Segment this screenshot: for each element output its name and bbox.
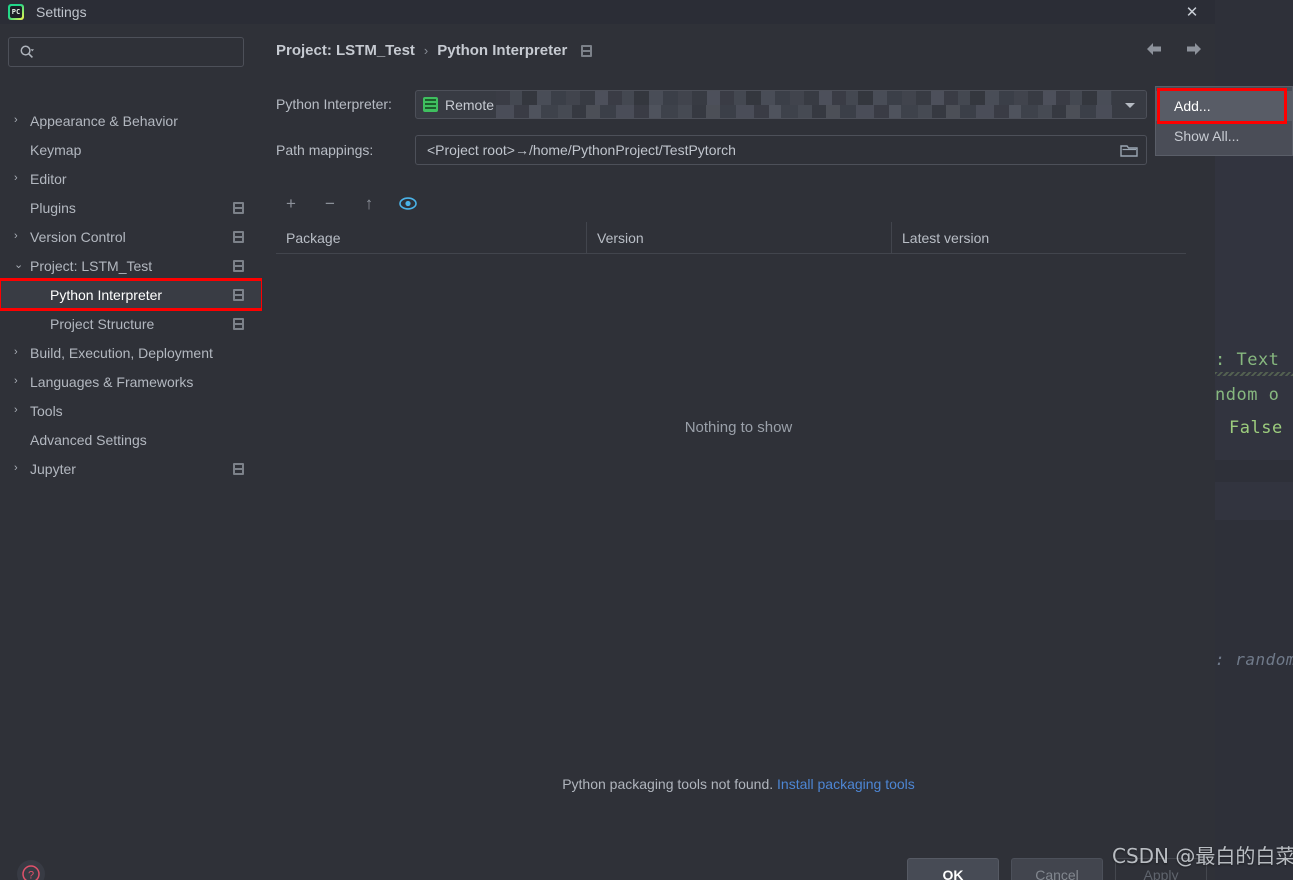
sidebar-item-languages-frameworks[interactable]: › Languages & Frameworks bbox=[0, 367, 262, 396]
path-mappings-value: <Project root>→/home/PythonProject/TestP… bbox=[427, 142, 736, 158]
empty-table-message: Nothing to show bbox=[684, 419, 793, 436]
screen: : Text ndom o False : random Settings ✕ bbox=[0, 0, 1293, 880]
sidebar-item-editor[interactable]: › Editor bbox=[0, 164, 262, 193]
svg-text:?: ? bbox=[28, 870, 34, 880]
settings-dialog: Settings ✕ › bbox=[0, 0, 1215, 880]
sidebar-item-label: Advanced Settings bbox=[30, 431, 147, 448]
project-scope-badge-icon bbox=[581, 44, 593, 57]
breadcrumb-page: Python Interpreter bbox=[437, 42, 568, 59]
chevron-right-icon: › bbox=[14, 462, 18, 474]
sidebar-item-label: Jupyter bbox=[30, 460, 76, 477]
column-header-latest-version[interactable]: Latest version bbox=[891, 222, 1186, 253]
sidebar-item-version-control[interactable]: › Version Control bbox=[0, 222, 262, 251]
path-mappings-row: Path mappings: bbox=[276, 142, 373, 158]
search-icon bbox=[19, 44, 35, 60]
sidebar-item-project-structure[interactable]: › Project Structure bbox=[0, 309, 262, 338]
sidebar-item-label: Build, Execution, Deployment bbox=[30, 344, 213, 361]
settings-content: Project: LSTM_Test › Python Interpreter bbox=[262, 24, 1215, 880]
column-header-package[interactable]: Package bbox=[276, 222, 586, 253]
sidebar-item-label: Project: LSTM_Test bbox=[30, 257, 153, 274]
pycharm-icon bbox=[8, 4, 24, 20]
editor-code-line-1: : Text bbox=[1215, 350, 1280, 370]
search-input[interactable] bbox=[41, 44, 221, 60]
sidebar-item-project-lstm-test[interactable]: ⌄ Project: LSTM_Test bbox=[0, 251, 262, 280]
packaging-tools-status: Python packaging tools not found. Instal… bbox=[262, 776, 1215, 792]
remove-package-button[interactable]: − bbox=[319, 192, 341, 214]
editor-code-line-4: : random bbox=[1215, 650, 1293, 669]
interpreter-label: Python Interpreter: bbox=[276, 96, 392, 112]
sidebar-item-label: Editor bbox=[30, 170, 67, 187]
interpreter-actions-popup: Add... Show All... bbox=[1155, 86, 1293, 156]
chevron-down-icon: ⌄ bbox=[14, 259, 24, 271]
project-scope-badge-icon bbox=[233, 230, 244, 243]
add-package-button[interactable]: + bbox=[280, 192, 302, 214]
csdn-watermark: CSDN @最白的白菜 bbox=[1112, 844, 1293, 868]
redacted-interpreter-path bbox=[496, 91, 1112, 118]
arrow-right-icon[interactable] bbox=[1183, 38, 1205, 60]
popup-item-add[interactable]: Add... bbox=[1156, 91, 1292, 121]
cancel-button[interactable]: Cancel bbox=[1011, 858, 1103, 880]
sidebar-item-plugins[interactable]: › Plugins bbox=[0, 193, 262, 222]
packaging-tools-status-text: Python packaging tools not found. bbox=[562, 776, 774, 792]
editor-error-squiggle bbox=[1215, 372, 1293, 376]
sidebar-item-build-execution-deployment[interactable]: › Build, Execution, Deployment bbox=[0, 338, 262, 367]
dialog-titlebar: Settings ✕ bbox=[0, 0, 1215, 24]
search-box[interactable] bbox=[8, 37, 244, 67]
sidebar-item-python-interpreter[interactable]: › Python Interpreter bbox=[0, 278, 264, 311]
chevron-right-icon: › bbox=[14, 114, 18, 126]
sidebar-item-label: Tools bbox=[30, 402, 63, 419]
settings-tree: › Appearance & Behavior › Keymap › Edito… bbox=[0, 106, 264, 483]
dialog-title: Settings bbox=[36, 4, 87, 20]
sidebar-item-label: Plugins bbox=[30, 199, 76, 216]
popup-item-show-all[interactable]: Show All... bbox=[1156, 121, 1292, 151]
sidebar-item-advanced-settings[interactable]: › Advanced Settings bbox=[0, 425, 262, 454]
chevron-right-icon: › bbox=[14, 230, 18, 242]
editor-code-line-2: ndom o bbox=[1215, 385, 1280, 405]
project-scope-badge-icon bbox=[233, 462, 244, 475]
help-icon[interactable]: ? bbox=[17, 860, 45, 880]
chevron-down-icon[interactable] bbox=[1114, 91, 1146, 118]
breadcrumb-project[interactable]: Project: LSTM_Test bbox=[276, 42, 415, 59]
folder-icon[interactable] bbox=[1112, 136, 1146, 164]
project-scope-badge-icon bbox=[233, 259, 244, 272]
sidebar-item-keymap[interactable]: › Keymap bbox=[0, 135, 262, 164]
path-mappings-field[interactable]: <Project root>→/home/PythonProject/TestP… bbox=[415, 135, 1147, 165]
settings-sidebar: › Appearance & Behavior › Keymap › Edito… bbox=[0, 24, 264, 880]
column-header-version[interactable]: Version bbox=[586, 222, 891, 253]
interpreter-row: Python Interpreter: bbox=[276, 96, 392, 112]
sidebar-item-label: Project Structure bbox=[50, 315, 155, 332]
python-interpreter-combobox[interactable]: Remote bbox=[415, 90, 1147, 119]
sidebar-item-tools[interactable]: › Tools bbox=[0, 396, 262, 425]
package-table-header: Package Version Latest version bbox=[276, 222, 1186, 254]
chevron-right-icon: › bbox=[14, 172, 18, 184]
close-icon[interactable]: ✕ bbox=[1169, 0, 1215, 24]
ok-button[interactable]: OK bbox=[907, 858, 999, 880]
chevron-right-icon: › bbox=[14, 404, 18, 416]
sidebar-item-appearance-behavior[interactable]: › Appearance & Behavior bbox=[0, 106, 262, 135]
editor-code-line-3: False bbox=[1229, 418, 1283, 438]
install-packaging-tools-link[interactable]: Install packaging tools bbox=[777, 776, 915, 792]
arrow-left-icon[interactable] bbox=[1143, 38, 1165, 60]
breadcrumb: Project: LSTM_Test › Python Interpreter bbox=[276, 42, 593, 59]
sidebar-item-label: Python Interpreter bbox=[50, 286, 163, 303]
sidebar-item-label: Keymap bbox=[30, 141, 82, 158]
chevron-right-icon: › bbox=[14, 375, 18, 387]
sidebar-item-label: Languages & Frameworks bbox=[30, 373, 194, 390]
sidebar-item-label: Appearance & Behavior bbox=[30, 112, 178, 129]
remote-server-icon bbox=[423, 97, 438, 112]
show-early-releases-eye-icon[interactable] bbox=[397, 192, 419, 214]
project-scope-badge-icon bbox=[233, 317, 244, 330]
interpreter-value: Remote bbox=[445, 96, 495, 113]
path-mappings-label: Path mappings: bbox=[276, 142, 374, 158]
upgrade-package-button[interactable]: ↑ bbox=[358, 192, 380, 214]
breadcrumb-separator-icon: › bbox=[423, 43, 429, 58]
dialog-body: › Appearance & Behavior › Keymap › Edito… bbox=[0, 24, 1215, 880]
chevron-right-icon: › bbox=[14, 346, 18, 358]
sidebar-item-label: Version Control bbox=[30, 228, 126, 245]
sidebar-item-jupyter[interactable]: › Jupyter bbox=[0, 454, 262, 483]
project-scope-badge-icon bbox=[233, 288, 244, 301]
navigation-arrows bbox=[1143, 38, 1205, 60]
package-toolbar: + − ↑ bbox=[280, 192, 419, 214]
project-scope-badge-icon bbox=[233, 201, 244, 214]
